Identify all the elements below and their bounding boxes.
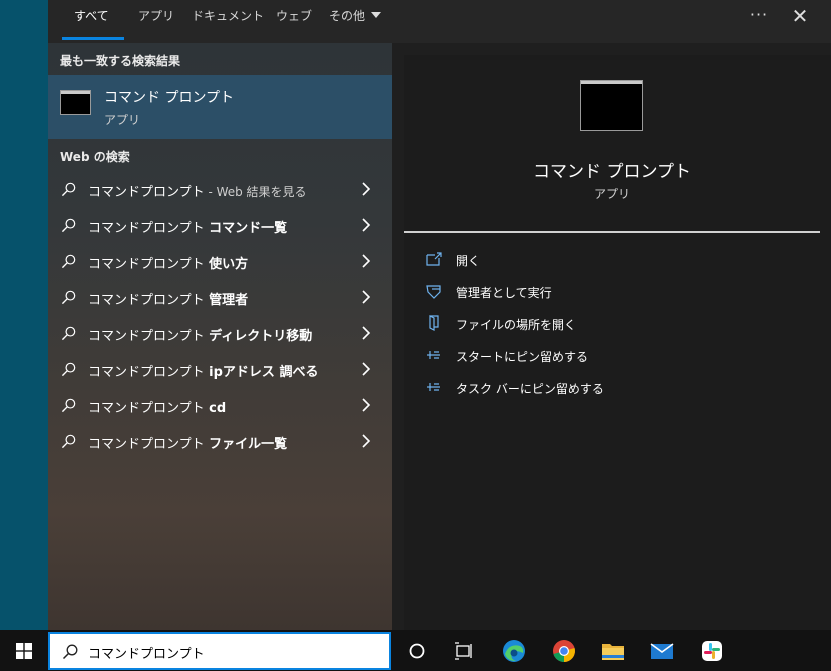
search-icon: [61, 290, 76, 305]
file-location-icon: [429, 315, 439, 331]
task-view-icon[interactable]: [450, 637, 478, 665]
query-suffix: コマンド一覧: [204, 221, 288, 236]
best-match-subtitle: アプリ: [104, 113, 141, 127]
tab-more-label: その他: [329, 9, 366, 23]
preview-divider: [404, 231, 820, 233]
web-search-text: コマンドプロンプト ipアドレス 調べる: [88, 361, 318, 380]
preview-subtitle: アプリ: [593, 187, 630, 201]
chevron-right-icon[interactable]: [359, 181, 373, 197]
best-match-item[interactable]: コマンド プロンプト アプリ: [48, 75, 392, 139]
desktop-background: [0, 0, 48, 630]
active-tab-indicator: [62, 37, 124, 40]
query-base: コマンドプロンプト: [88, 185, 205, 200]
command-prompt-large-icon: [580, 80, 643, 131]
action-label: ファイルの場所を開く: [456, 318, 577, 332]
preview-title: コマンド プロンプト: [533, 162, 691, 182]
query-base: コマンドプロンプト: [88, 221, 205, 236]
tab-more[interactable]: その他: [329, 0, 382, 43]
search-input[interactable]: [88, 642, 378, 662]
web-search-item[interactable]: コマンドプロンプト ディレクトリ移動: [48, 316, 392, 352]
edge-icon[interactable]: [500, 637, 528, 665]
best-match-heading: 最も一致する検索結果: [60, 54, 181, 68]
query-suffix: ipアドレス 調べる: [204, 365, 319, 380]
search-icon: [61, 362, 76, 377]
query-base: コマンドプロンプト: [88, 257, 205, 272]
web-search-text: コマンドプロンプト ファイル一覧: [88, 433, 287, 452]
search-icon: [61, 434, 76, 449]
search-icon: [61, 182, 76, 197]
web-search-item[interactable]: コマンドプロンプト ipアドレス 調べる: [48, 352, 392, 388]
shield-icon: [426, 285, 441, 299]
command-prompt-icon: [60, 90, 91, 115]
start-button[interactable]: [0, 630, 48, 671]
query-base: コマンドプロンプト: [88, 365, 205, 380]
web-search-text: コマンドプロンプト ディレクトリ移動: [88, 325, 312, 344]
best-match-title: コマンド プロンプト: [104, 90, 235, 106]
query-suffix: 管理者: [204, 293, 249, 308]
pin-icon: [427, 351, 440, 359]
chevron-right-icon[interactable]: [359, 361, 373, 377]
query-suffix: ファイル一覧: [204, 437, 288, 452]
query-suffix: 使い方: [204, 257, 249, 272]
cortana-icon[interactable]: [403, 637, 431, 665]
preview-pane: コマンド プロンプト アプリ 開く 管理者として実行 ファイルの場所を開く スタ…: [404, 55, 831, 630]
action-label: 開く: [456, 254, 481, 268]
chrome-icon[interactable]: [550, 637, 578, 665]
tab-documents[interactable]: ドキュメント: [192, 0, 264, 43]
chevron-right-icon[interactable]: [359, 253, 373, 269]
search-panel: すべて アプリ ドキュメント ウェブ その他 ··· ✕ 最も一致する検索結果 …: [48, 0, 831, 630]
search-icon: [61, 218, 76, 233]
taskbar-search-box[interactable]: [48, 632, 391, 670]
tab-web[interactable]: ウェブ: [276, 0, 312, 43]
chevron-right-icon[interactable]: [359, 433, 373, 449]
web-search-item[interactable]: コマンドプロンプト コマンド一覧: [48, 208, 392, 244]
action-label: 管理者として実行: [456, 286, 552, 300]
web-search-heading: Web の検索: [60, 150, 130, 164]
query-suffix: cd: [204, 401, 227, 416]
results-list: 最も一致する検索結果 コマンド プロンプト アプリ Web の検索 コマンドプロ…: [48, 43, 392, 630]
search-icon: [61, 254, 76, 269]
chevron-right-icon[interactable]: [359, 289, 373, 305]
web-search-item[interactable]: コマンドプロンプト cd: [48, 388, 392, 424]
open-icon: [426, 252, 442, 266]
web-search-item[interactable]: コマンドプロンプト - Web 結果を見る: [48, 172, 392, 208]
query-suffix: - Web 結果を見る: [204, 185, 307, 199]
query-base: コマンドプロンプト: [88, 329, 205, 344]
web-search-item[interactable]: コマンドプロンプト 管理者: [48, 280, 392, 316]
search-icon: [61, 326, 76, 341]
pin-icon: [427, 383, 440, 391]
more-options-button[interactable]: ···: [744, 0, 774, 33]
file-explorer-icon[interactable]: [599, 637, 627, 665]
slack-icon[interactable]: [698, 637, 726, 665]
query-base: コマンドプロンプト: [88, 437, 205, 452]
action-label: スタートにピン留めする: [456, 350, 589, 364]
chevron-right-icon[interactable]: [359, 325, 373, 341]
web-search-text: コマンドプロンプト 使い方: [88, 253, 248, 272]
mail-icon[interactable]: [648, 637, 676, 665]
close-button[interactable]: ✕: [786, 0, 814, 33]
search-icon: [62, 644, 78, 660]
action-label: タスク バーにピン留めする: [456, 382, 604, 396]
web-search-text: コマンドプロンプト 管理者: [88, 289, 248, 308]
taskbar: [0, 630, 831, 671]
tab-apps[interactable]: アプリ: [138, 0, 174, 43]
tab-bar: すべて アプリ ドキュメント ウェブ その他 ··· ✕: [48, 0, 831, 43]
query-base: コマンドプロンプト: [88, 293, 205, 308]
web-search-text: コマンドプロンプト cd: [88, 397, 226, 416]
web-search-item[interactable]: コマンドプロンプト 使い方: [48, 244, 392, 280]
windows-start-icon: [16, 643, 32, 659]
chevron-right-icon[interactable]: [359, 217, 373, 233]
query-base: コマンドプロンプト: [88, 401, 205, 416]
caret-down-icon: [371, 12, 382, 18]
search-icon: [61, 398, 76, 413]
query-suffix: ディレクトリ移動: [204, 329, 313, 344]
web-search-text: コマンドプロンプト - Web 結果を見る: [88, 181, 307, 200]
web-search-text: コマンドプロンプト コマンド一覧: [88, 217, 287, 236]
web-search-item[interactable]: コマンドプロンプト ファイル一覧: [48, 424, 392, 460]
chevron-right-icon[interactable]: [359, 397, 373, 413]
